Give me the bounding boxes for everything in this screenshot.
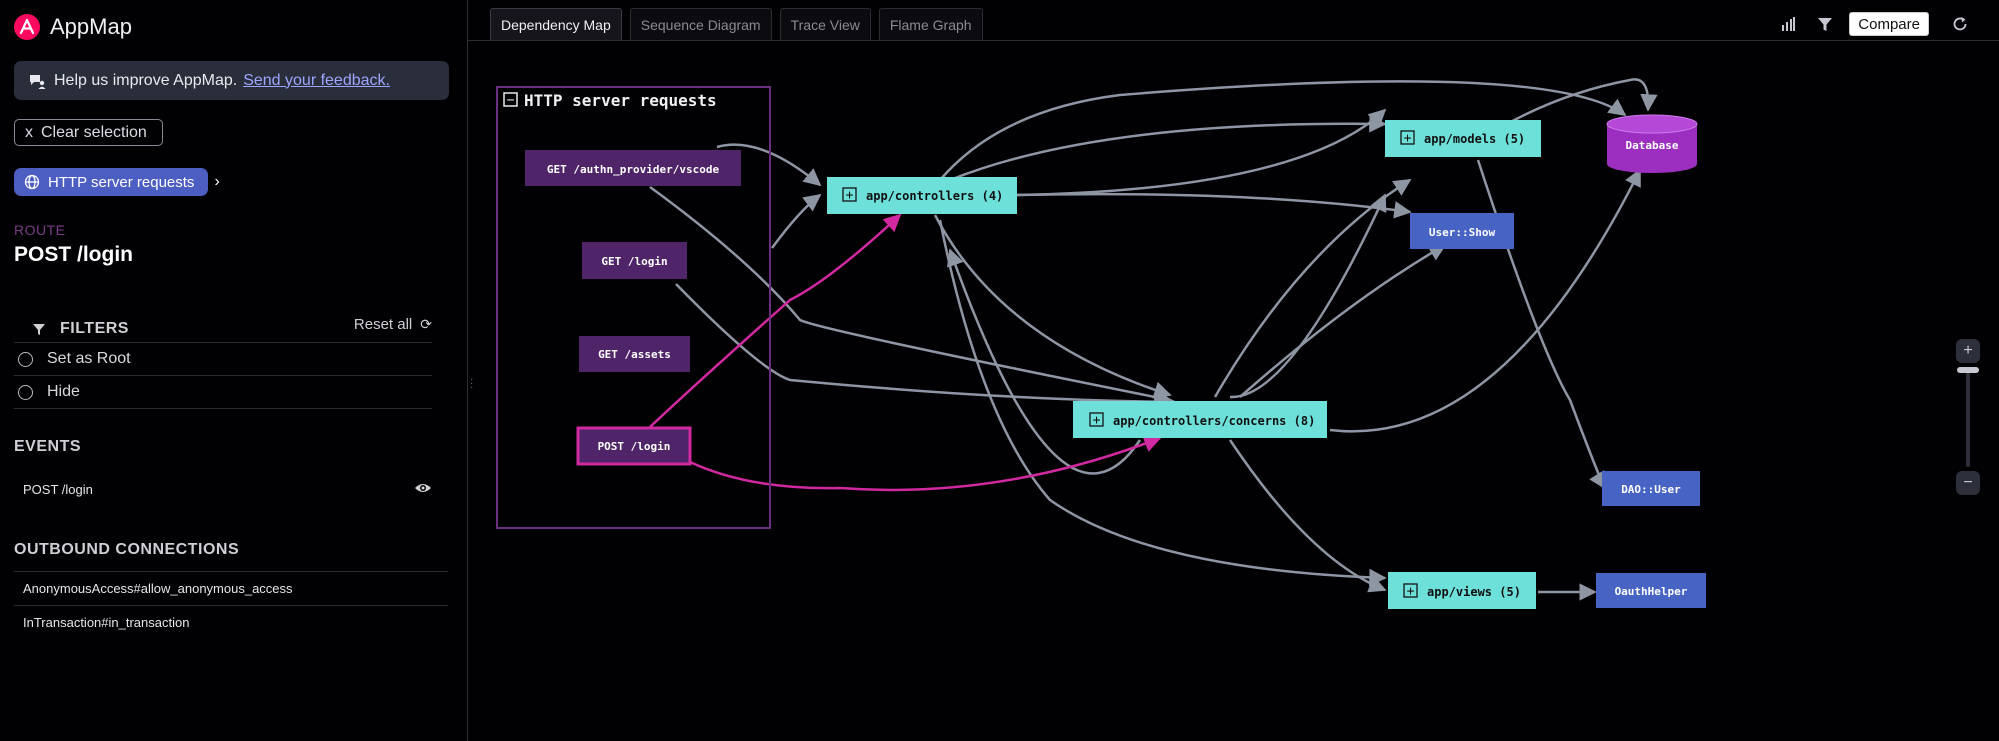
edge <box>770 193 822 249</box>
highlighted-edge <box>649 213 902 428</box>
zoom-slider-handle[interactable] <box>1957 367 1979 373</box>
svg-text:POST /login: POST /login <box>598 440 671 453</box>
node-app-models[interactable]: + app/models (5) <box>1385 120 1541 157</box>
cluster-toggle: − <box>507 93 515 108</box>
svg-text:User::Show: User::Show <box>1429 226 1496 239</box>
zoom-out-button[interactable]: − <box>1956 471 1980 495</box>
dependency-map: − HTTP server requests GET /authn_provid… <box>496 78 1706 609</box>
zoom-track[interactable] <box>1966 367 1970 467</box>
edge <box>949 115 1387 182</box>
edge <box>1016 192 1412 219</box>
svg-text:GET /login: GET /login <box>601 255 667 268</box>
edge <box>1329 168 1642 433</box>
svg-text:GET /assets: GET /assets <box>598 348 671 361</box>
cluster-title: HTTP server requests <box>524 91 717 110</box>
expand-icon: + <box>1093 413 1101 428</box>
expand-icon: + <box>846 188 854 203</box>
edge <box>649 185 1172 406</box>
svg-text:OauthHelper: OauthHelper <box>1615 585 1688 598</box>
node-app-views[interactable]: + app/views (5) <box>1388 572 1536 609</box>
expand-icon: + <box>1404 131 1412 146</box>
highlighted-edges <box>649 213 1162 492</box>
node-database[interactable]: Database <box>1606 114 1698 173</box>
node-dao-user[interactable]: DAO::User <box>1602 471 1700 506</box>
edge <box>1229 193 1387 399</box>
zoom-control: + − <box>1956 339 1982 499</box>
svg-text:app/models (5): app/models (5) <box>1424 132 1525 146</box>
svg-text:DAO::User: DAO::User <box>1621 483 1681 496</box>
edge <box>675 283 1177 411</box>
zoom-in-button[interactable]: + <box>1956 339 1980 363</box>
svg-text:app/controllers/concerns (8): app/controllers/concerns (8) <box>1113 414 1315 428</box>
svg-text:GET /authn_provider/vscode: GET /authn_provider/vscode <box>547 163 720 176</box>
svg-text:app/views (5): app/views (5) <box>1427 585 1521 599</box>
highlighted-edge <box>689 435 1162 492</box>
node-get-authn-provider[interactable]: GET /authn_provider/vscode <box>525 150 741 186</box>
edge <box>1239 243 1447 398</box>
svg-text:app/controllers (4): app/controllers (4) <box>866 189 1003 203</box>
node-get-login[interactable]: GET /login <box>582 242 687 279</box>
node-oauth-helper[interactable]: OauthHelper <box>1596 573 1706 608</box>
node-get-assets[interactable]: GET /assets <box>579 336 690 372</box>
svg-text:Database: Database <box>1626 139 1679 152</box>
node-app-controllers-concerns[interactable]: + app/controllers/concerns (8) <box>1073 401 1327 438</box>
edge <box>1213 178 1412 398</box>
node-user-show[interactable]: User::Show <box>1410 213 1514 249</box>
node-post-login[interactable]: POST /login <box>576 426 692 466</box>
node-app-controllers[interactable]: + app/controllers (4) <box>827 177 1017 214</box>
expand-icon: + <box>1407 584 1415 599</box>
